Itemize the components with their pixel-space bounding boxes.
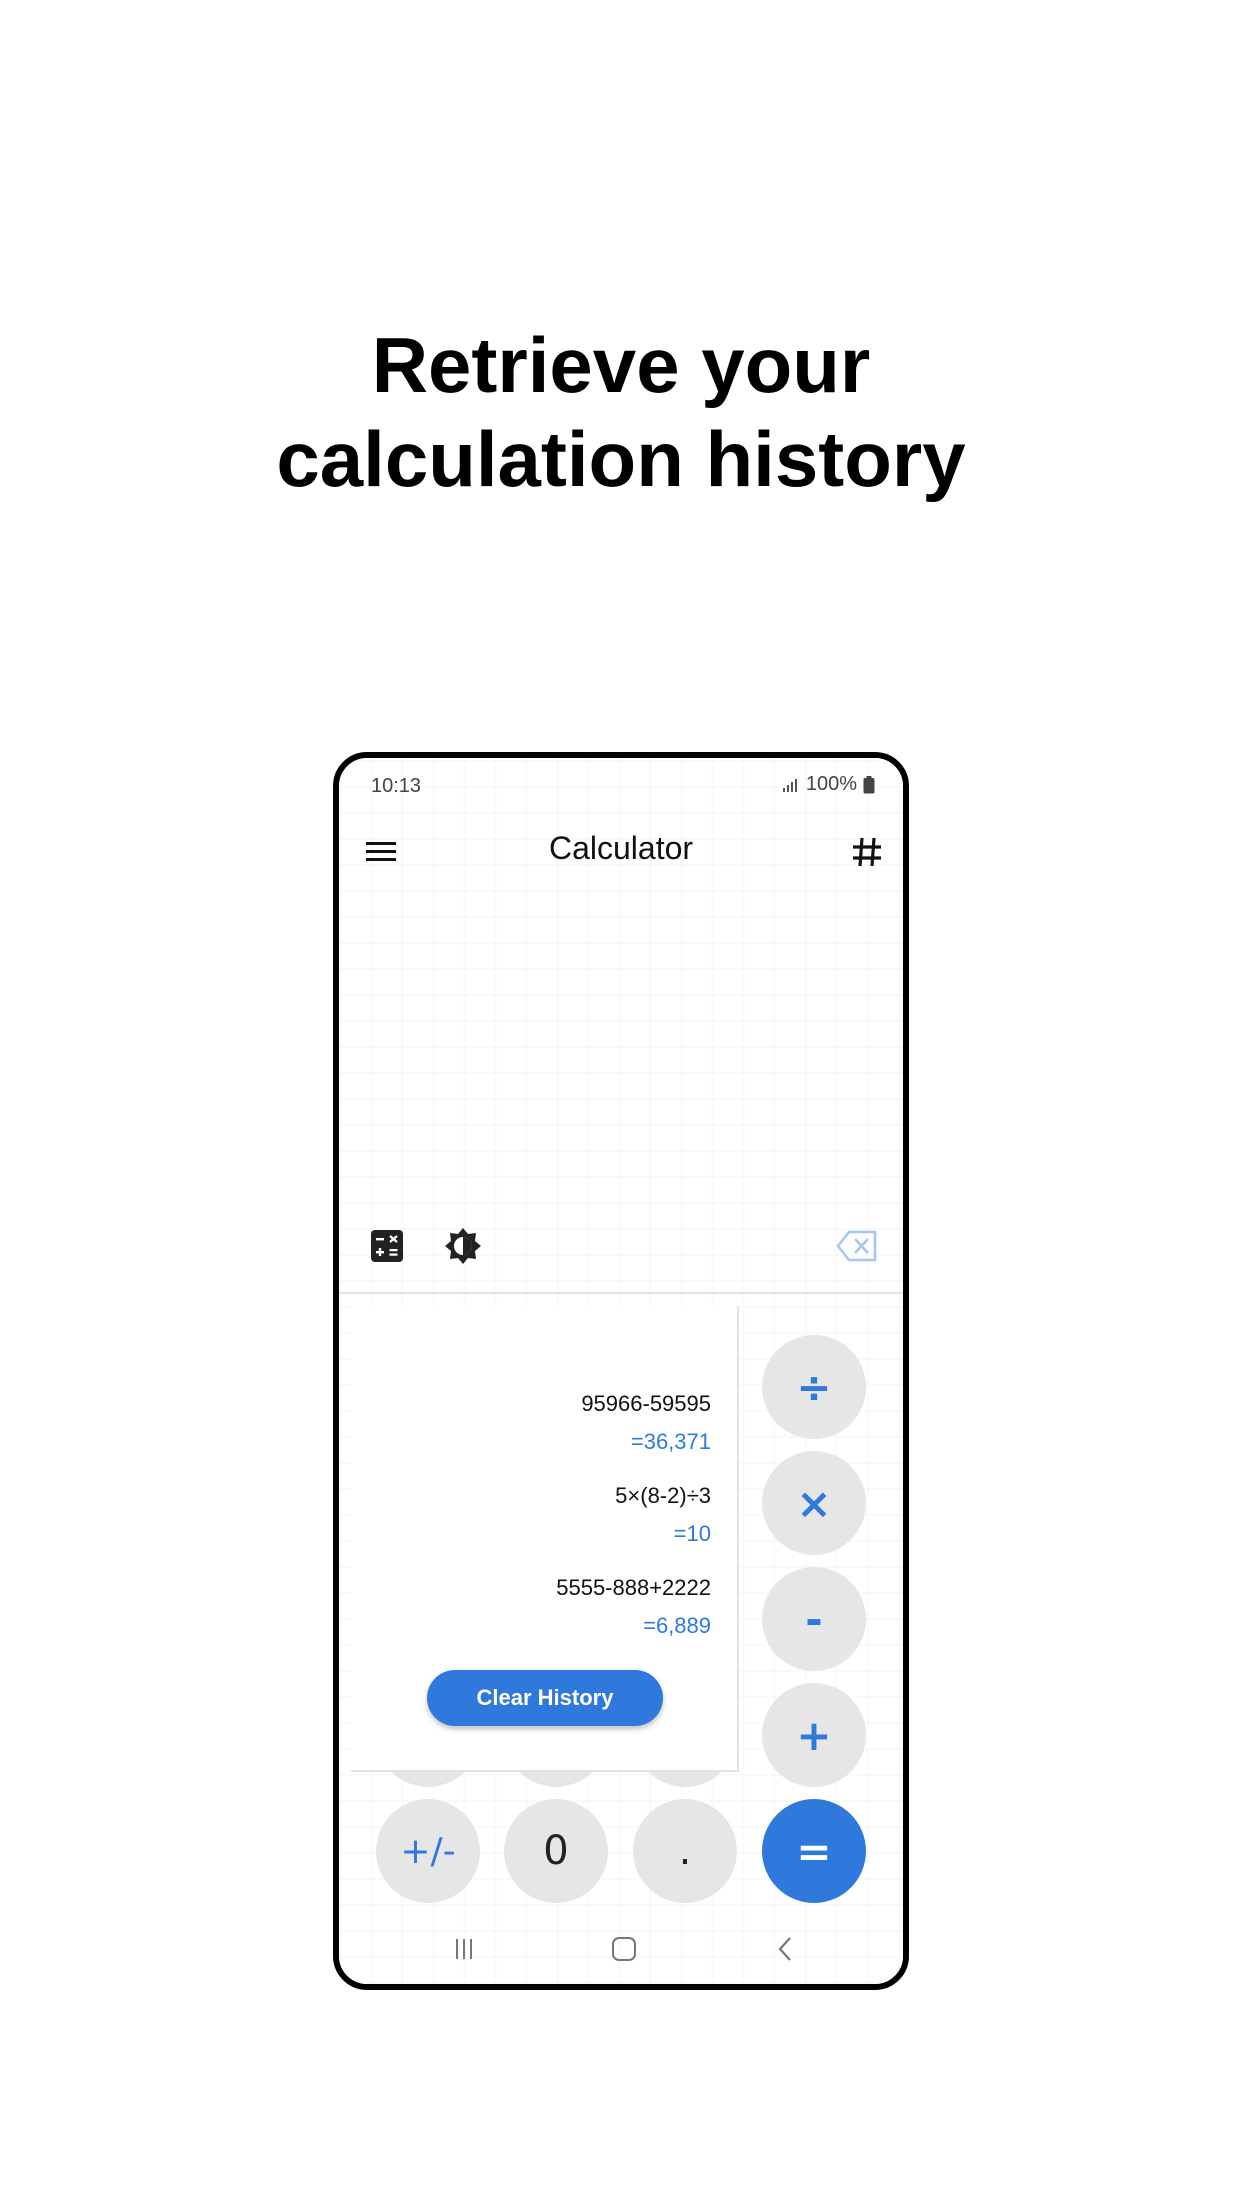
multiply-key[interactable]: ×	[762, 1451, 866, 1555]
status-bar: 10:13 100%	[339, 758, 903, 802]
divide-key[interactable]: ÷	[762, 1335, 866, 1439]
status-time: 10:13	[371, 775, 422, 797]
plus-key[interactable]: +	[762, 1683, 866, 1787]
theme-toggle-icon[interactable]	[443, 1226, 483, 1266]
hash-icon[interactable]	[847, 832, 887, 872]
decimal-key[interactable]: .	[633, 1799, 737, 1903]
zero-key[interactable]: 0	[504, 1799, 608, 1903]
headline: Retrieve your calculation history	[0, 318, 1242, 506]
history-panel: 95966-59595 =36,371 5×(8-2)÷3 =10 5555-8…	[351, 1306, 739, 1772]
headline-line-2: calculation history	[276, 415, 966, 503]
history-item[interactable]: 5555-888+2222 =6,889	[556, 1574, 711, 1640]
calculator-toggle-icon[interactable]	[369, 1228, 405, 1264]
headline-line-1: Retrieve your	[371, 321, 871, 409]
menu-icon[interactable]	[363, 834, 399, 870]
clear-history-button[interactable]: Clear History	[427, 1670, 663, 1726]
history-expression: 5555-888+2222	[556, 1575, 711, 1600]
app-title: Calculator	[548, 830, 694, 866]
status-indicators: 100%	[782, 773, 875, 796]
history-result: =36,371	[630, 1429, 711, 1454]
system-nav-bar	[339, 1920, 903, 1980]
history-expression: 95966-59595	[581, 1391, 711, 1416]
history-item[interactable]: 95966-59595 =36,371	[581, 1390, 711, 1456]
equals-key[interactable]: =	[762, 1799, 866, 1903]
battery-percent: 100%	[805, 773, 857, 795]
battery-icon	[863, 775, 875, 793]
signal-icon	[782, 778, 797, 792]
back-icon[interactable]	[771, 1934, 801, 1964]
tool-row	[339, 1218, 903, 1274]
home-icon[interactable]	[609, 1934, 639, 1964]
display-divider	[339, 1292, 903, 1294]
recent-apps-icon[interactable]	[449, 1934, 479, 1964]
history-expression: 5×(8-2)÷3	[615, 1483, 711, 1508]
backspace-icon[interactable]	[835, 1228, 879, 1264]
history-result: =6,889	[643, 1613, 711, 1638]
minus-key[interactable]: -	[762, 1567, 866, 1671]
sign-toggle-key[interactable]: +/-	[376, 1799, 480, 1903]
phone-frame: 10:13 100% Calculator ÷ × - + +/- 0 . = …	[333, 752, 909, 1990]
app-bar: Calculator	[339, 822, 903, 882]
history-result: =10	[673, 1521, 711, 1546]
history-item[interactable]: 5×(8-2)÷3 =10	[615, 1482, 711, 1548]
